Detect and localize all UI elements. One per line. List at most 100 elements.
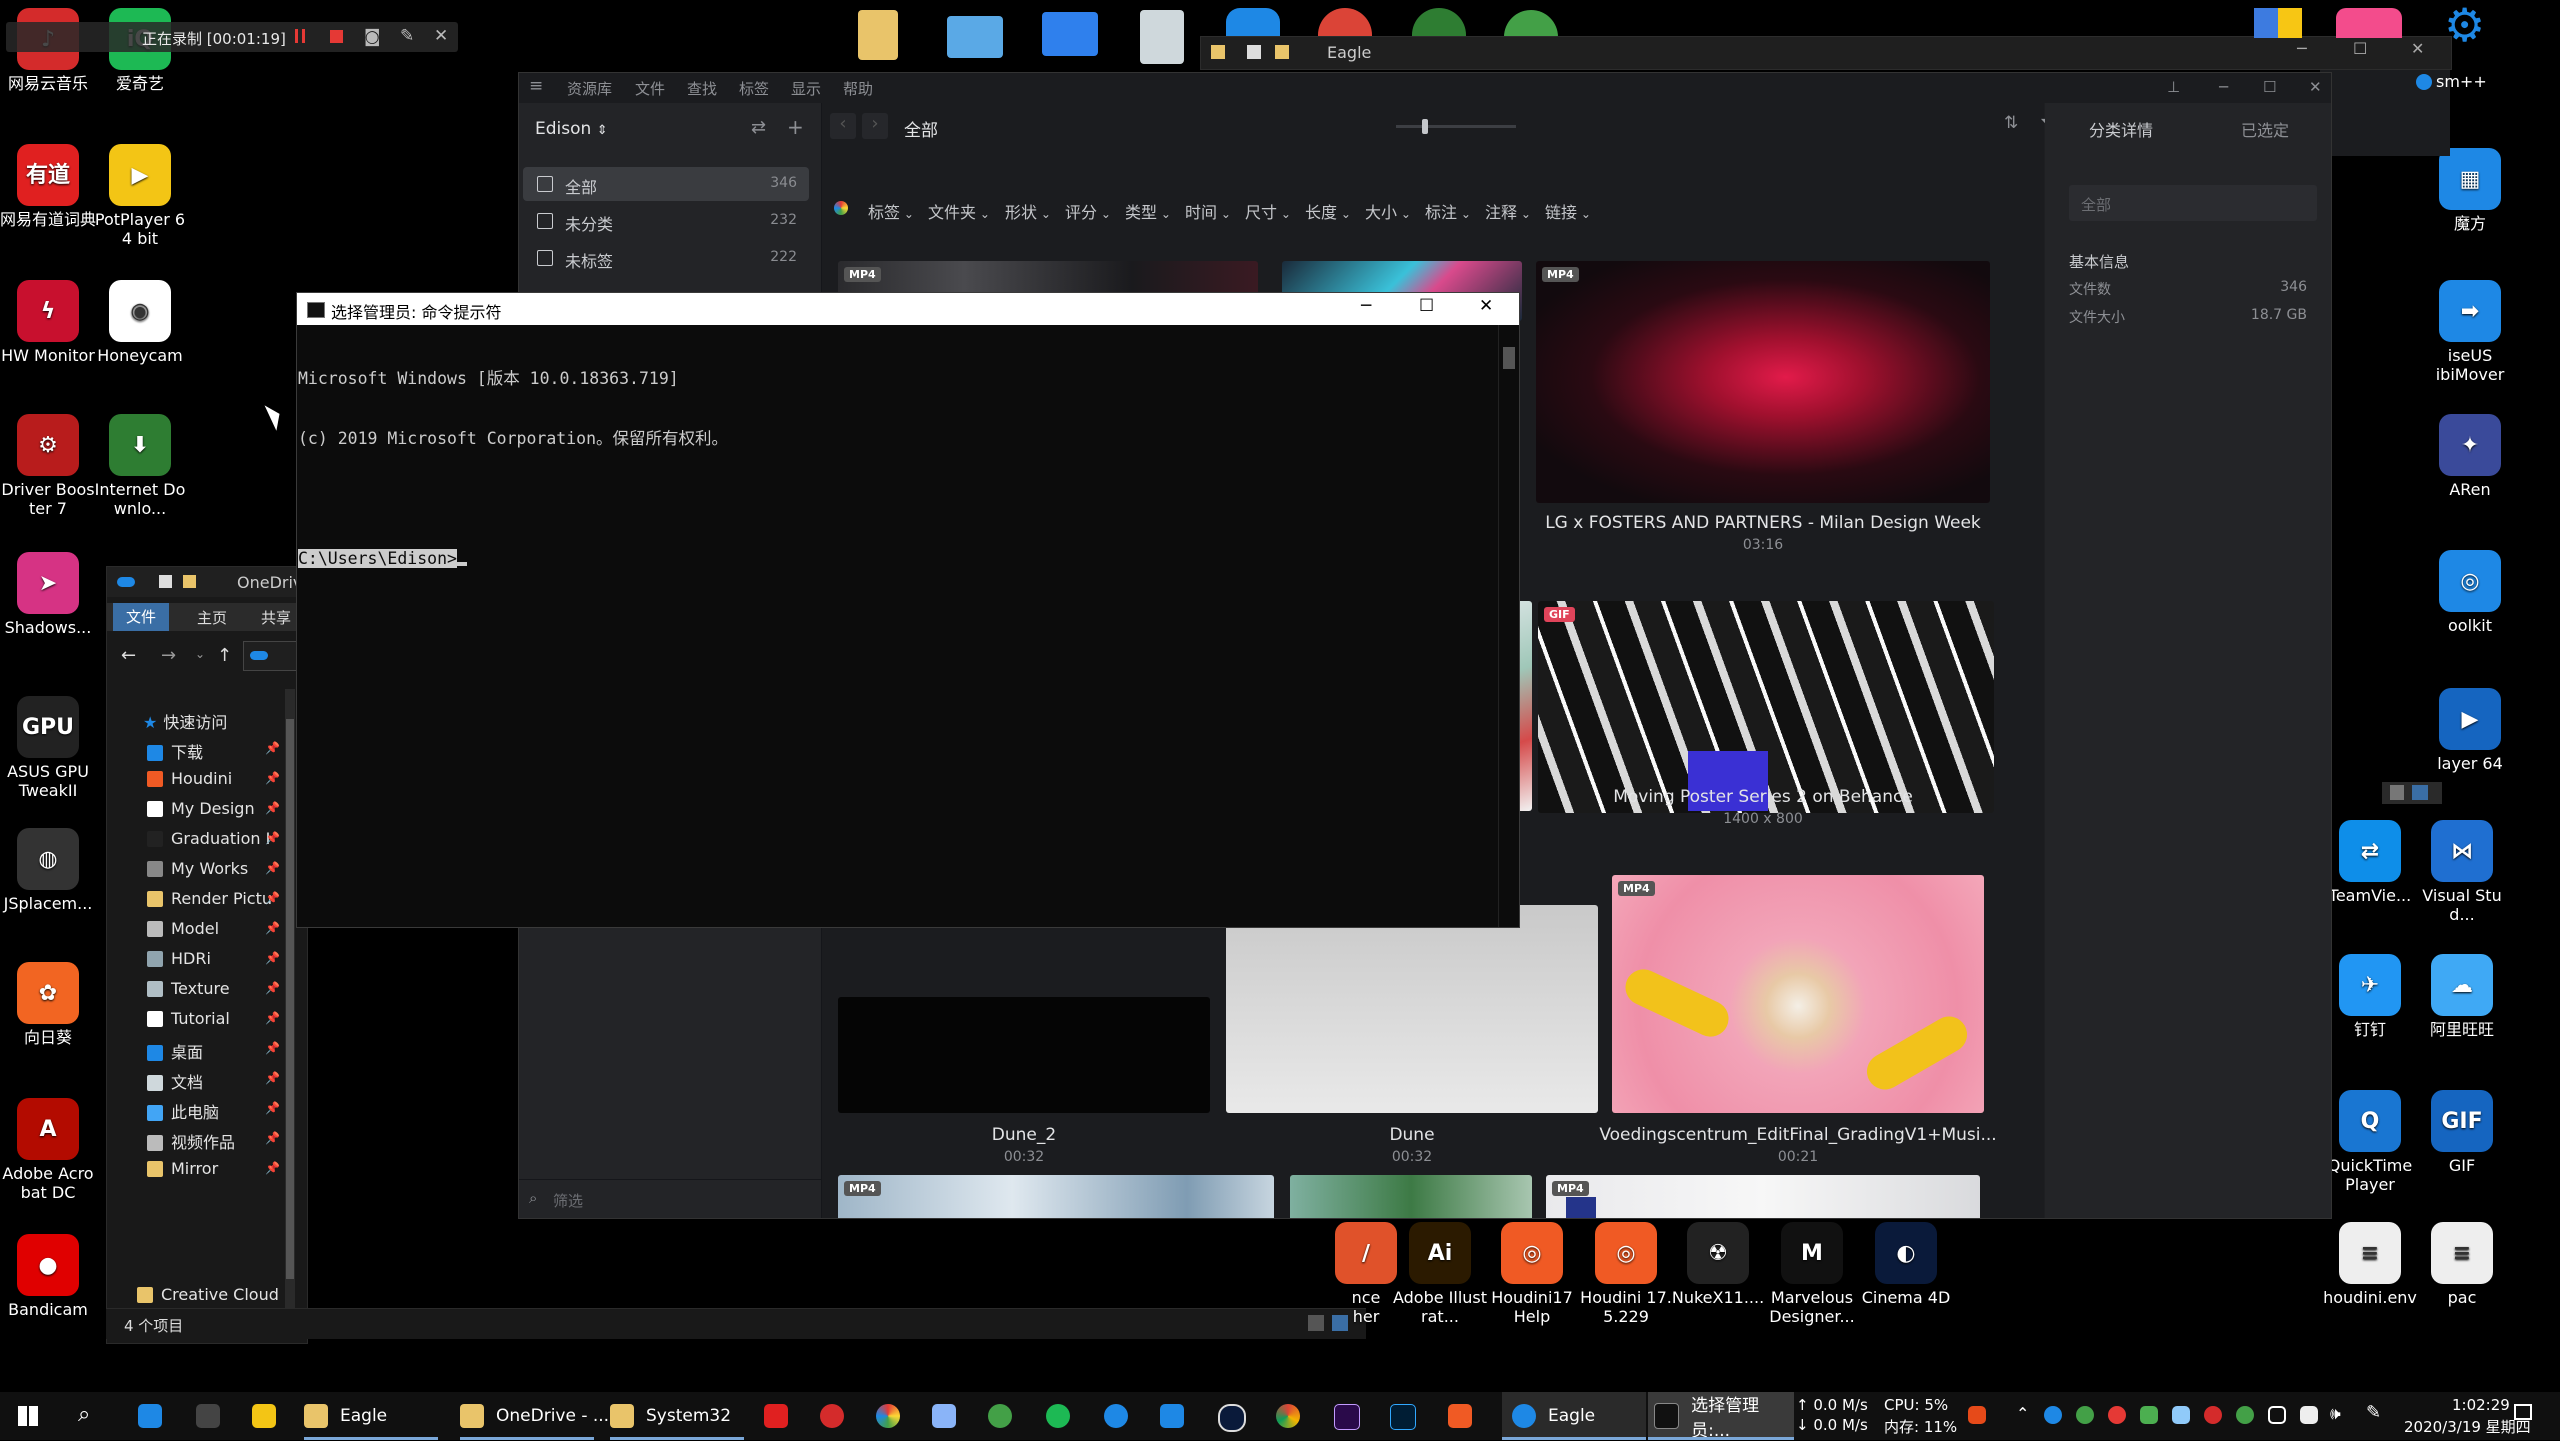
ribbon-tab-home[interactable]: 主页 xyxy=(197,607,227,628)
control-panel-icon[interactable] xyxy=(947,16,1003,58)
houdini-icon[interactable] xyxy=(1448,1404,1472,1428)
quick-access-item[interactable]: 下载 xyxy=(147,739,203,763)
tray-icon[interactable] xyxy=(2172,1406,2190,1424)
tab-category-details[interactable]: 分类详情 xyxy=(2089,117,2153,141)
desktop-icon-right-10[interactable]: GIF GIF xyxy=(2414,1090,2510,1175)
desktop-icon-right-3[interactable]: ◎ oolkit xyxy=(2422,550,2518,635)
minimize-icon[interactable]: ─ xyxy=(1361,296,1371,316)
windows-start-icon[interactable] xyxy=(18,1406,38,1426)
quick-access-item[interactable]: Render Pictu xyxy=(147,889,272,908)
thumb-building[interactable]: MP4 xyxy=(838,1175,1274,1218)
maximize-icon[interactable]: ☐ xyxy=(1419,296,1434,316)
desktop-icon-left-5[interactable]: ◉ Honeycam xyxy=(92,280,188,365)
library-switcher[interactable]: Edison ⇕ xyxy=(535,119,608,139)
desktop-icon-left-4[interactable]: ϟ HW Monitor xyxy=(0,280,96,365)
cmd-prompt-line[interactable]: C:\Users\Edison> xyxy=(298,549,728,569)
quick-access-item[interactable]: 视频作品 xyxy=(147,1129,235,1153)
taskbar-item-onedrive[interactable]: OneDrive - ... xyxy=(460,1392,609,1440)
filter-input[interactable]: ⌕ 筛选 xyxy=(519,1179,821,1218)
pin-icon[interactable]: 📌 xyxy=(265,951,280,965)
maximize-icon[interactable]: ☐ xyxy=(2353,39,2367,58)
pin-icon[interactable]: 📌 xyxy=(265,771,280,785)
desktop-icon-bottom-1[interactable]: Ai Adobe Illustrat... xyxy=(1392,1222,1488,1326)
scroll-thumb[interactable] xyxy=(286,719,294,1279)
scroll-thumb[interactable] xyxy=(1503,347,1515,369)
quick-access-item[interactable]: Houdini xyxy=(147,769,232,788)
desktop-icon-right-2[interactable]: ✦ ARen xyxy=(2422,414,2518,499)
desktop-icon-right-8[interactable]: ☁ 阿里旺旺 xyxy=(2414,954,2510,1039)
notepad-label[interactable]: sm++ xyxy=(2416,72,2487,91)
calculator-icon[interactable] xyxy=(196,1404,220,1428)
top-explorer-titlebar[interactable]: Eagle ─ ☐ ✕ xyxy=(1200,36,2452,70)
taskbar-item-cmd[interactable]: 选择管理员:... xyxy=(1648,1392,1794,1441)
filter-4[interactable]: 类型 ⌄ xyxy=(1125,199,1171,223)
color-filter-icon[interactable] xyxy=(834,201,848,215)
menu-file[interactable]: 文件 xyxy=(635,78,665,99)
chrome-icon[interactable] xyxy=(1318,8,1372,38)
network-app-icon[interactable] xyxy=(932,1404,956,1428)
taskbar-item-system32[interactable]: System32 xyxy=(610,1392,731,1440)
filter-6[interactable]: 尺寸 ⌄ xyxy=(1245,199,1291,223)
item-title[interactable]: Dune_2 xyxy=(838,1125,1210,1145)
recycle-bin-icon[interactable] xyxy=(1140,10,1184,64)
pin-icon[interactable]: 📌 xyxy=(265,1101,280,1115)
blue-app-icon[interactable] xyxy=(1104,1404,1128,1428)
thumb-greenery[interactable] xyxy=(1290,1175,1532,1218)
tray-icon[interactable] xyxy=(2076,1406,2094,1424)
close-icon[interactable]: ✕ xyxy=(2411,39,2424,58)
back-icon[interactable]: ← xyxy=(121,645,136,666)
youdao-icon[interactable] xyxy=(764,1404,788,1428)
pen-icon[interactable]: ✎ xyxy=(400,26,414,46)
cmd-scrollbar[interactable] xyxy=(1498,325,1519,927)
pin-icon[interactable]: 📌 xyxy=(265,861,280,875)
filter-0[interactable]: 标签 ⌄ xyxy=(868,199,914,223)
desktop-icon-left-11[interactable]: ✿ 向日葵 xyxy=(0,962,96,1047)
forward-icon[interactable]: › xyxy=(862,113,888,139)
this-pc-icon[interactable] xyxy=(1042,12,1098,56)
tray-icon[interactable] xyxy=(2204,1406,2222,1424)
breadcrumb[interactable]: 全部 xyxy=(904,116,938,141)
desktop-icon-right-1[interactable]: ➡ iseUS ibiMover xyxy=(2422,280,2518,384)
notification-icon[interactable] xyxy=(2514,1404,2532,1420)
tray-icon[interactable] xyxy=(2044,1406,2062,1424)
explorer-titlebar[interactable]: OneDriv xyxy=(107,567,307,597)
folder-name-field[interactable]: 全部 xyxy=(2069,185,2317,221)
taskbar-item-eagle[interactable]: Eagle xyxy=(304,1392,387,1440)
cmd-titlebar[interactable]: 选择管理员: 命令提示符 ─ ☐ ✕ xyxy=(297,293,1519,325)
pin-icon[interactable]: 📌 xyxy=(265,1131,280,1145)
netease-music-icon[interactable] xyxy=(820,1404,844,1428)
spotify-icon[interactable] xyxy=(1046,1404,1070,1428)
library-item-unfiled[interactable]: 未分类 232 xyxy=(523,204,809,238)
menu-find[interactable]: 查找 xyxy=(687,78,717,99)
chevron-down-icon[interactable]: ⌄ xyxy=(195,647,205,661)
menu-help[interactable]: 帮助 xyxy=(843,78,873,99)
clock-date[interactable]: 2020/3/19 星期四 xyxy=(2404,1416,2531,1437)
app-star-icon[interactable] xyxy=(1226,8,1280,38)
desktop-icon-right-12[interactable]: ≡ pac xyxy=(2414,1222,2510,1307)
add-icon[interactable]: + xyxy=(787,115,804,139)
desktop-icon-left-2[interactable]: 有道 网易有道词典 xyxy=(0,144,96,229)
globe-icon[interactable] xyxy=(1412,8,1466,38)
menu-tags[interactable]: 标签 xyxy=(739,78,769,99)
desktop-icon-bottom-4[interactable]: ☢ NukeX11.... xyxy=(1670,1222,1766,1307)
pen-tray-icon[interactable]: ✎ xyxy=(2366,1402,2381,1423)
wechat-icon[interactable] xyxy=(1504,10,1558,38)
desktop-icon-right-4[interactable]: ▶ layer 64 xyxy=(2422,688,2518,773)
stop-icon[interactable] xyxy=(330,30,343,43)
desktop-icon-right-7[interactable]: ✈ 钉钉 xyxy=(2322,954,2418,1039)
filter-1[interactable]: 文件夹 ⌄ xyxy=(928,199,990,223)
pin-icon[interactable]: 📌 xyxy=(265,741,280,755)
clock-time[interactable]: 1:02:29 xyxy=(2452,1396,2510,1414)
library-item-all[interactable]: 全部 346 xyxy=(523,167,809,201)
pin-icon[interactable]: 📌 xyxy=(265,891,280,905)
ribbon-tab-share[interactable]: 共享 xyxy=(261,607,291,628)
explorer-window[interactable]: OneDriv 文件 主页 共享 ← → ⌄ ↑ ★ 快速访问 下载 📌 Houdin… xyxy=(106,566,308,1344)
details-view-icon[interactable] xyxy=(2390,785,2404,800)
pin-icon[interactable]: 📌 xyxy=(265,981,280,995)
checkmark-app-icon[interactable] xyxy=(138,1404,162,1428)
network-icon[interactable] xyxy=(2268,1406,2286,1424)
quick-access-item[interactable]: 此电脑 xyxy=(147,1099,219,1123)
quick-access[interactable]: ★ 快速访问 xyxy=(143,709,227,733)
filter-9[interactable]: 标注 ⌄ xyxy=(1425,199,1471,223)
desktop-icon-right-0[interactable]: ▦ 魔方 xyxy=(2422,148,2518,233)
